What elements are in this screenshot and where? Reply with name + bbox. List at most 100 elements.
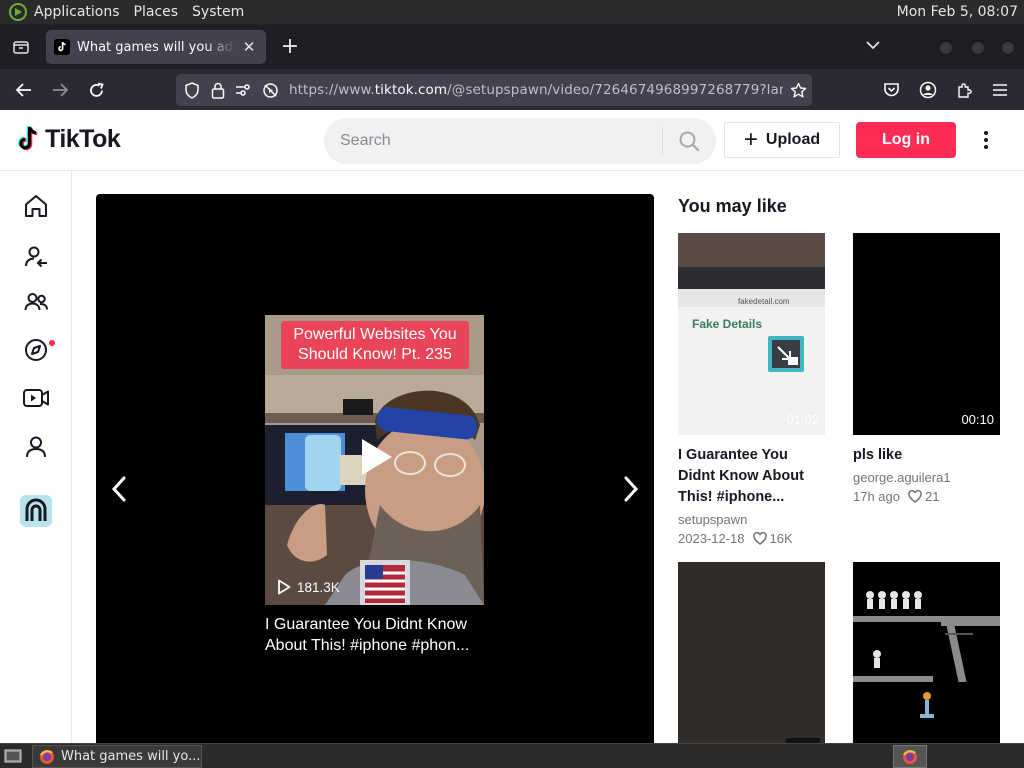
explore-notification-dot (49, 340, 55, 346)
tracking-shield-icon[interactable] (179, 77, 205, 103)
explore-icon[interactable] (20, 334, 52, 366)
url-bar[interactable]: https://www.tiktok.com/@setupspawn/video… (176, 74, 812, 106)
upload-label: Upload (765, 131, 821, 148)
tab-close-icon[interactable]: ✕ (240, 38, 258, 56)
url-prefix: https://www. (289, 82, 375, 98)
recommended-video-card[interactable]: 00:10 pls like george.aguilera1 17h ago … (853, 233, 1000, 504)
video-author[interactable]: setupspawn (678, 512, 825, 527)
pocket-icon[interactable] (878, 77, 904, 103)
view-count-value: 181.3K (297, 579, 340, 595)
more-options-icon[interactable] (972, 126, 1000, 154)
tiktok-logo-icon (15, 124, 43, 154)
tray-firefox-icon[interactable] (893, 745, 927, 768)
video-caption-line-2: About This! #iphone #phon... (265, 637, 470, 654)
search-input[interactable] (340, 132, 660, 150)
thumbnail-banner: Powerful Websites You Should Know! Pt. 2… (281, 321, 469, 369)
account-icon[interactable] (915, 77, 941, 103)
recommended-video-thumbnail[interactable]: 00:10 (853, 233, 1000, 435)
like-count: 21 (925, 489, 940, 504)
search-bar (324, 118, 716, 164)
video-meta: 2023-12-18 16K (678, 531, 825, 546)
following-icon[interactable] (20, 241, 52, 273)
recommended-video-title-line-1: I Guarantee You (678, 447, 788, 463)
browser-nav-bar: https://www.tiktok.com/@setupspawn/video… (0, 69, 1024, 110)
home-icon[interactable] (20, 190, 52, 222)
new-tab-icon[interactable]: + (276, 32, 304, 60)
taskbar-task-label: What games will yo... (61, 749, 201, 764)
video-caption-line-1: I Guarantee You Didnt Know (265, 616, 467, 633)
autoplay-blocked-icon[interactable] (257, 77, 283, 103)
recommended-video-card[interactable] (853, 562, 1000, 743)
friends-icon[interactable] (20, 286, 52, 318)
recommended-video-thumbnail[interactable]: Fake Details fakedetail.com 01:02 (678, 233, 825, 435)
thumbnail-banner-line-1: Powerful Websites You (293, 326, 457, 343)
heart-icon (908, 490, 922, 503)
hamburger-menu-icon[interactable] (987, 77, 1013, 103)
url-text[interactable]: https://www.tiktok.com/@setupspawn/video… (289, 82, 783, 98)
taskbar: What games will yo... (0, 743, 1024, 768)
forward-icon[interactable] (47, 77, 73, 103)
firefox-icon (39, 749, 55, 765)
applications-menu[interactable]: Applications (34, 4, 120, 20)
video-player[interactable]: Powerful Websites You Should Know! Pt. 2… (96, 194, 654, 754)
recommended-thumbnail-art (853, 562, 1000, 743)
live-icon[interactable] (20, 382, 52, 414)
tab-title: What games will you add? # (77, 39, 236, 55)
window-maximize-button[interactable] (970, 39, 986, 55)
recommended-video-card[interactable]: Fake Details fakedetail.com 01:02 I Guar… (678, 233, 825, 546)
login-button[interactable]: Log in (856, 122, 956, 158)
upload-button[interactable]: + Upload (724, 122, 840, 158)
tiktok-header: TikTok + Upload Log in (0, 110, 1024, 171)
recommended-video-title-line-3: This! #iphone... (678, 489, 785, 505)
video-duration: 00:10 (961, 412, 994, 427)
like-count: 16K (769, 531, 793, 546)
recommended-video-thumbnail[interactable] (678, 562, 825, 743)
video-caption: I Guarantee You Didnt Know About This! #… (265, 614, 505, 656)
places-menu[interactable]: Places (134, 4, 179, 20)
tab-list-icon[interactable] (6, 32, 36, 62)
recommended-video-card[interactable] (678, 562, 825, 743)
video-date: 2023-12-18 (678, 531, 745, 546)
you-may-like-heading: You may like (678, 196, 787, 216)
recommended-thumbnail-text-1: Fake Details (692, 317, 763, 331)
video-author[interactable]: george.aguilera1 (853, 470, 1000, 485)
system-clock[interactable]: Mon Feb 5, 08:07 (897, 4, 1018, 20)
creator-tools-icon[interactable] (20, 495, 52, 527)
chevron-down-icon[interactable] (862, 34, 884, 56)
tiktok-wordmark: TikTok (45, 124, 121, 153)
play-icon[interactable] (358, 437, 394, 481)
window-minimize-button[interactable] (938, 39, 954, 55)
browser-tab-active[interactable]: What games will you add? # ✕ (46, 30, 266, 64)
plus-icon: + (743, 126, 758, 153)
system-menu[interactable]: System (192, 4, 244, 20)
recommended-thumbnail-text-2: fakedetail.com (738, 297, 790, 306)
recommended-video-title[interactable]: pls like (853, 445, 1000, 466)
permissions-icon[interactable] (231, 77, 257, 103)
recommended-video-title[interactable]: I Guarantee You Didnt Know About This! #… (678, 445, 825, 508)
chevron-left-icon[interactable] (102, 472, 136, 506)
video-date: 17h ago (853, 489, 900, 504)
taskbar-firefox-window[interactable]: What games will yo... (32, 745, 202, 768)
browser-tab-strip: What games will you add? # ✕ + (0, 24, 1024, 69)
recommended-video-title-line-2: Didnt Know About (678, 468, 804, 484)
extensions-icon[interactable] (951, 77, 977, 103)
recommended-thumbnail-art (678, 233, 825, 435)
reload-icon[interactable] (83, 77, 109, 103)
thumbnail-banner-line-2: Should Know! Pt. 235 (298, 346, 452, 363)
bookmark-star-icon[interactable] (785, 77, 811, 103)
system-top-bar: Applications Places System Mon Feb 5, 08… (0, 0, 1024, 24)
system-logo-icon[interactable] (8, 2, 28, 22)
recommended-video-thumbnail[interactable] (853, 562, 1000, 743)
video-thumbnail[interactable]: Powerful Websites You Should Know! Pt. 2… (265, 315, 484, 605)
video-duration: 01:02 (786, 412, 819, 427)
search-icon[interactable] (663, 118, 715, 164)
lock-icon[interactable] (205, 77, 231, 103)
tiktok-logo[interactable]: TikTok (15, 124, 121, 154)
url-path: /@setupspawn/video/7264674968997268779?l… (447, 82, 783, 98)
chevron-right-icon[interactable] (614, 472, 648, 506)
profile-icon[interactable] (20, 431, 52, 463)
window-close-button[interactable] (1000, 39, 1016, 55)
back-icon[interactable] (11, 77, 37, 103)
show-desktop-icon[interactable] (4, 748, 22, 764)
url-domain: tiktok.com (374, 82, 448, 98)
